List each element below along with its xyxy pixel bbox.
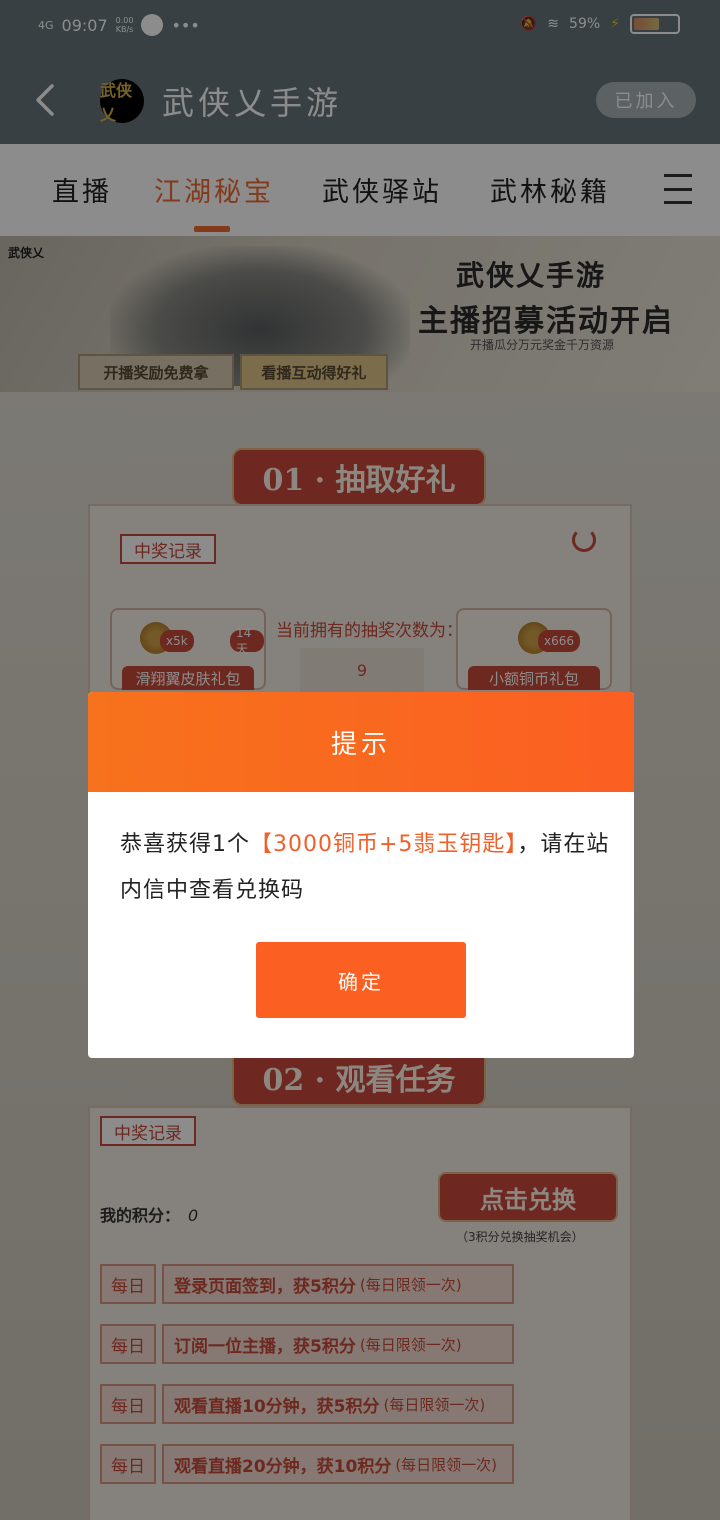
dialog-message: 恭喜获得1个【3000铜币+5翡玉钥匙】，请在站内信中查看兑换码 (120, 822, 610, 914)
reward-highlight: 【3000铜币+5翡玉钥匙】 (250, 832, 518, 857)
message-prefix: 恭喜获得1个 (120, 832, 250, 857)
confirm-button[interactable]: 确定 (256, 942, 466, 1018)
dialog-title: 提示 (88, 692, 634, 792)
reward-dialog: 提示 恭喜获得1个【3000铜币+5翡玉钥匙】，请在站内信中查看兑换码 确定 (88, 692, 634, 1058)
